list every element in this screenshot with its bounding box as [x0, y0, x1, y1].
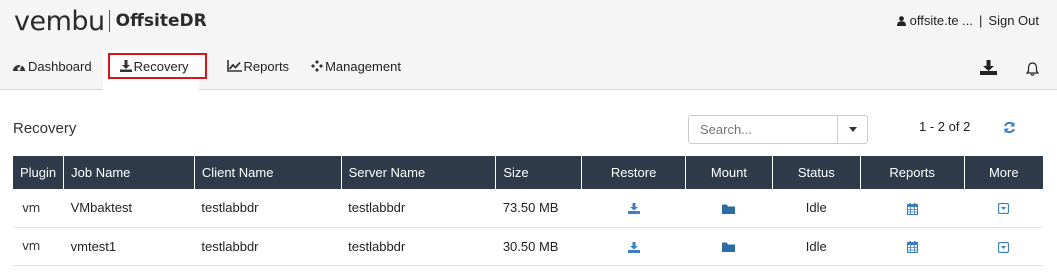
chart-icon: [226, 60, 242, 72]
bell-icon[interactable]: [1026, 62, 1039, 76]
reports-cell: [860, 189, 965, 228]
brand-product-name: OffsiteDR: [115, 11, 207, 31]
nav-dashboard[interactable]: Dashboard: [10, 53, 94, 79]
pagination-range: 1 - 2 of 2: [919, 119, 971, 134]
dropdown-box-icon[interactable]: [998, 203, 1010, 215]
col-mount: Mount: [685, 156, 773, 189]
download-icon: [119, 60, 132, 72]
user-menu: offsite.te ... | Sign Out: [896, 13, 1039, 28]
caret-down-icon: [848, 127, 857, 132]
management-icon: [311, 60, 324, 72]
top-header: vembu OffsiteDR offsite.te ... | Sign Ou…: [0, 0, 1057, 90]
status: Idle: [772, 189, 861, 228]
col-plugin[interactable]: Plugin: [13, 156, 65, 189]
nav-management[interactable]: Management: [309, 53, 403, 79]
recovery-table: Plugin Job Name Client Name Server Name …: [13, 156, 1043, 266]
table-row: vm VMbaktest testlabbdr testlabbdr 73.50…: [13, 189, 1043, 228]
col-status[interactable]: Status: [772, 156, 861, 189]
nav-reports-label: Reports: [243, 58, 290, 74]
table-row: vm vmtest1 testlabbdr testlabbdr 30.50 M…: [13, 227, 1043, 266]
brand-divider: [108, 10, 110, 32]
search-filter-dropdown[interactable]: [837, 115, 868, 144]
nav-recovery-label: Recovery: [133, 58, 189, 74]
col-client-name[interactable]: Client Name: [194, 156, 342, 189]
table-header-row: Plugin Job Name Client Name Server Name …: [13, 156, 1043, 189]
job-name: VMbaktest: [63, 189, 195, 228]
col-size[interactable]: Size: [495, 156, 583, 189]
user-separator: |: [979, 13, 983, 28]
col-restore: Restore: [581, 156, 686, 189]
folder-icon[interactable]: [722, 204, 736, 214]
nav-reports[interactable]: Reports: [225, 53, 292, 79]
plugin-vm-icon: vm: [13, 227, 64, 266]
dropdown-box-icon[interactable]: [998, 241, 1010, 253]
status: Idle: [772, 227, 861, 266]
client-name: testlabbdr: [194, 189, 342, 228]
user-icon: [896, 15, 906, 26]
page-title: Recovery: [13, 120, 77, 137]
size: 30.50 MB: [495, 227, 582, 266]
reports-cell: [860, 227, 965, 266]
main-nav: Dashboard Recovery Reports Management: [10, 53, 421, 79]
refresh-icon[interactable]: [1003, 121, 1016, 134]
vembu-logo[interactable]: vembu OffsiteDR: [14, 5, 207, 37]
col-more: More: [964, 156, 1043, 189]
calendar-icon[interactable]: [906, 202, 918, 215]
col-reports: Reports: [860, 156, 965, 189]
nav-recovery[interactable]: Recovery: [107, 53, 207, 79]
mount-cell: [685, 189, 773, 228]
restore-cell: [581, 189, 686, 228]
restore-cell: [581, 227, 686, 266]
sign-out-link[interactable]: Sign Out: [988, 13, 1039, 28]
search-input[interactable]: [688, 115, 838, 144]
client-name: testlabbdr: [194, 227, 342, 266]
download-button[interactable]: [980, 60, 997, 75]
col-job-name[interactable]: Job Name: [63, 156, 195, 189]
size: 73.50 MB: [495, 189, 582, 228]
more-cell: [964, 227, 1043, 266]
restore-download-icon[interactable]: [627, 203, 640, 215]
restore-download-icon[interactable]: [627, 241, 640, 253]
server-name: testlabbdr: [341, 189, 496, 228]
col-server-name[interactable]: Server Name: [341, 156, 497, 189]
nav-dashboard-label: Dashboard: [28, 58, 92, 74]
more-cell: [964, 189, 1043, 228]
nav-management-label: Management: [325, 58, 401, 74]
calendar-icon[interactable]: [906, 241, 918, 254]
plugin-vm-icon: vm: [13, 189, 64, 228]
server-name: testlabbdr: [341, 227, 496, 266]
folder-icon[interactable]: [722, 242, 736, 253]
mount-cell: [685, 227, 773, 266]
dashboard-icon: [13, 63, 25, 71]
user-name[interactable]: offsite.te ...: [910, 13, 973, 28]
job-name: vmtest1: [63, 227, 195, 266]
brand-logo-text: vembu: [14, 5, 105, 37]
